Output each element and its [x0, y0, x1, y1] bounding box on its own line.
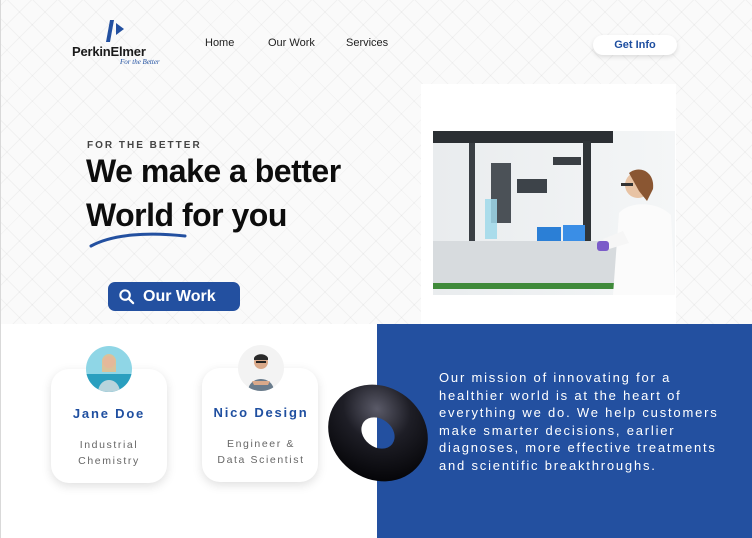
mission-statement: Our mission of innovating for a healthie… — [439, 370, 719, 473]
torus-decoration-icon — [328, 384, 428, 482]
avatar-jane-doe — [86, 346, 132, 392]
search-icon — [119, 289, 135, 305]
our-work-button[interactable]: Our Work — [108, 282, 240, 311]
team-member-role-line-1: Engineer & — [227, 438, 295, 450]
our-work-button-label: Our Work — [143, 287, 216, 305]
hero-headline-line-1: We make a better — [86, 153, 341, 189]
perkinelmer-logo-icon — [106, 20, 124, 42]
avatar-nico-design — [238, 345, 284, 391]
hero-eyebrow: FOR THE BETTER — [87, 140, 202, 151]
brand-name: PerkinElmer — [72, 44, 146, 59]
nav-our-work[interactable]: Our Work — [268, 37, 315, 49]
lab-scientist-photo — [433, 131, 675, 295]
headline-underline-swoosh — [89, 232, 187, 248]
team-member-role: Engineer & Data Scientist — [191, 436, 331, 468]
page-edge-divider — [0, 0, 1, 538]
get-info-button[interactable]: Get Info — [593, 35, 677, 55]
nav-services[interactable]: Services — [346, 37, 388, 49]
team-member-name: Nico Design — [213, 405, 309, 420]
brand-logo[interactable]: PerkinElmer For the Better — [72, 18, 172, 70]
team-member-role: Industrial Chemistry — [39, 437, 179, 469]
page: PerkinElmer For the Better Home Our Work… — [0, 0, 752, 538]
team-member-role-line-1: Industrial — [79, 439, 139, 451]
team-member-role-line-2: Chemistry — [78, 455, 140, 467]
nav-home[interactable]: Home — [205, 37, 234, 49]
team-member-role-line-2: Data Scientist — [217, 454, 305, 466]
team-member-name: Jane Doe — [72, 406, 146, 421]
brand-tagline: For the Better — [120, 58, 160, 66]
